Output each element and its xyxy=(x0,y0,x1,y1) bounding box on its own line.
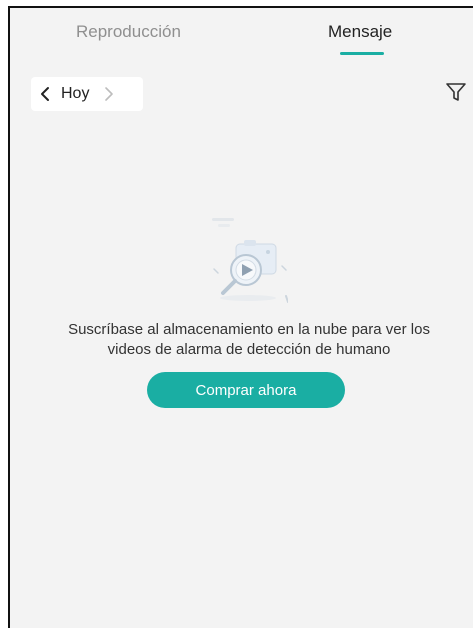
buy-now-button[interactable]: Comprar ahora xyxy=(147,372,345,408)
camera-search-illustration xyxy=(198,214,289,310)
app-screen: Reproducción Mensaje Hoy Suscríbase al a… xyxy=(8,6,473,628)
current-date-label: Hoy xyxy=(61,85,90,102)
tab-bar: Reproducción Mensaje xyxy=(10,8,473,66)
next-day-button[interactable] xyxy=(95,77,123,111)
chevron-left-icon xyxy=(41,87,49,101)
filter-icon xyxy=(446,83,466,101)
tab-message[interactable]: Mensaje xyxy=(328,22,392,42)
tab-playback[interactable]: Reproducción xyxy=(76,22,181,42)
chevron-right-icon xyxy=(105,87,114,101)
empty-state-message-line-2: videos de alarma de detección de humano xyxy=(107,341,391,358)
empty-state-message-line-1: Suscríbase al almacenamiento en la nube … xyxy=(68,321,430,338)
previous-day-button[interactable] xyxy=(31,77,59,111)
empty-state-message: Suscríbase al almacenamiento en la nube … xyxy=(34,320,464,360)
filter-button[interactable] xyxy=(444,80,468,104)
date-navigator: Hoy xyxy=(31,77,143,111)
active-tab-indicator xyxy=(340,52,384,55)
